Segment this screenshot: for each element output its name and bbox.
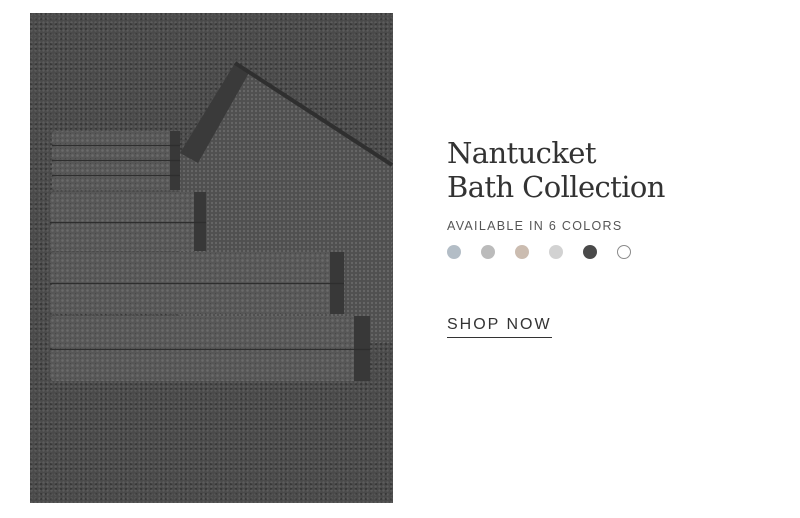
collection-title-line2: Bath Collection (447, 170, 665, 204)
color-swatch-blue-gray[interactable] (447, 245, 461, 259)
color-swatch-white[interactable] (617, 245, 631, 259)
color-availability-text: AVAILABLE IN 6 COLORS (447, 219, 623, 233)
color-swatch-light-gray[interactable] (549, 245, 563, 259)
color-swatch-list (447, 245, 767, 259)
color-swatch-charcoal[interactable] (583, 245, 597, 259)
color-swatch-gray[interactable] (481, 245, 495, 259)
shop-now-link[interactable]: SHOP NOW (447, 316, 552, 338)
color-swatch-taupe[interactable] (515, 245, 529, 259)
towel-stack-illustration (50, 61, 393, 381)
collection-title: Nantucket Bath Collection (447, 136, 767, 204)
collection-promo: Nantucket Bath Collection AVAILABLE IN 6… (447, 136, 767, 338)
collection-title-line1: Nantucket (447, 136, 597, 170)
hero-image[interactable] (30, 13, 393, 503)
